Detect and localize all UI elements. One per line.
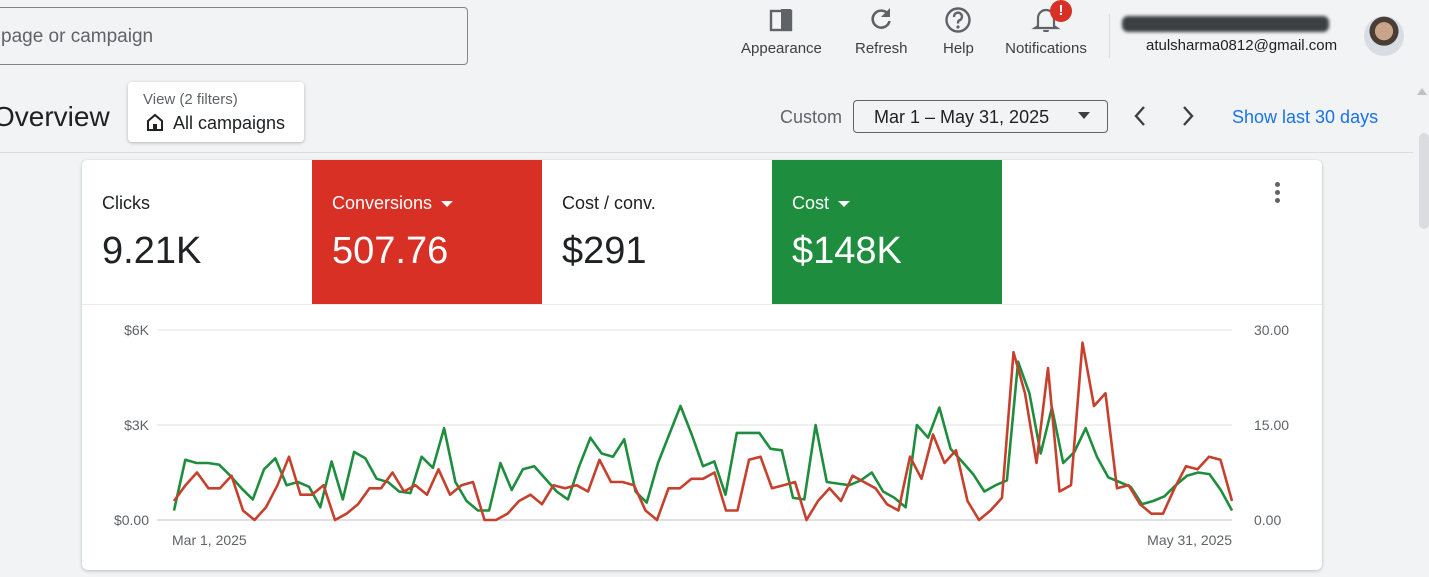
metric-label: Conversions bbox=[332, 193, 454, 214]
left-axis-tick: $3K bbox=[124, 417, 150, 433]
more-options-icon[interactable] bbox=[1275, 182, 1280, 206]
dropdown-arrow-icon bbox=[1078, 112, 1090, 119]
page-title: Overview bbox=[0, 101, 110, 132]
search-box[interactable] bbox=[0, 7, 468, 65]
appearance-icon bbox=[770, 9, 793, 32]
metric-conversions[interactable]: Conversions 507.76 bbox=[312, 160, 542, 304]
header-divider bbox=[1109, 14, 1110, 58]
metric-cost[interactable]: Cost $148K bbox=[772, 160, 1002, 304]
account-email: atulsharma0812@gmail.com bbox=[1146, 37, 1338, 54]
scroll-up-icon[interactable] bbox=[1417, 88, 1427, 95]
performance-chart: $0.00 0.00 $3K 15.00 $6K 30.00 Mar 1, 2025 May … bbox=[114, 322, 1289, 548]
show-last-30-days-link[interactable]: Show last 30 days bbox=[1232, 107, 1378, 128]
metric-label: Cost / conv. bbox=[562, 193, 656, 213]
notifications-button[interactable]: ! Notifications bbox=[1001, 0, 1091, 57]
series-line-cost bbox=[172, 360, 1234, 512]
left-axis-tick: $6K bbox=[124, 322, 150, 338]
view-filter-label: All campaigns bbox=[173, 113, 286, 133]
view-filter-button[interactable]: View (2 filters) All campaigns bbox=[128, 82, 304, 142]
x-axis-start-label: Mar 1, 2025 bbox=[172, 532, 247, 548]
metric-value: 9.21K bbox=[102, 230, 202, 272]
right-axis-tick: 0.00 bbox=[1254, 512, 1281, 528]
right-axis-tick: 30.00 bbox=[1254, 322, 1289, 338]
help-label: Help bbox=[943, 40, 974, 57]
appearance-label: Appearance bbox=[741, 40, 822, 57]
notifications-label: Notifications bbox=[1005, 40, 1087, 57]
custom-label: Custom bbox=[780, 107, 843, 127]
refresh-label: Refresh bbox=[855, 40, 908, 57]
scrollbar-thumb[interactable] bbox=[1419, 133, 1429, 229]
appearance-button[interactable]: Appearance bbox=[741, 6, 822, 57]
notification-badge: ! bbox=[1050, 0, 1072, 22]
caret-down-icon bbox=[441, 201, 454, 208]
x-axis-end-label: May 31, 2025 bbox=[1147, 532, 1232, 548]
caret-down-icon bbox=[838, 201, 851, 208]
help-button[interactable]: Help bbox=[943, 6, 974, 57]
view-filter-sublabel: View (2 filters) bbox=[143, 91, 238, 108]
date-range-value: Mar 1 – May 31, 2025 bbox=[874, 107, 1050, 127]
metric-label: Clicks bbox=[102, 193, 150, 213]
refresh-button[interactable]: Refresh bbox=[855, 6, 908, 57]
previous-period-icon[interactable] bbox=[1132, 104, 1148, 128]
metric-value: $291 bbox=[562, 230, 647, 272]
refresh-icon bbox=[871, 8, 892, 29]
next-period-icon[interactable] bbox=[1180, 104, 1196, 128]
right-axis-tick: 15.00 bbox=[1254, 417, 1289, 433]
metric-label: Cost bbox=[792, 193, 851, 214]
home-icon bbox=[147, 113, 163, 131]
avatar[interactable] bbox=[1364, 16, 1404, 56]
performance-card: Clicks 9.21K Conversions 507.76 Cost / c… bbox=[82, 160, 1322, 570]
metric-cost-per-conv[interactable]: Cost / conv. $291 bbox=[542, 160, 772, 304]
series-line-conversions bbox=[172, 341, 1234, 522]
help-icon bbox=[945, 7, 972, 33]
left-axis-tick: $0.00 bbox=[114, 512, 149, 528]
bell-icon bbox=[1031, 8, 1061, 32]
metric-clicks[interactable]: Clicks 9.21K bbox=[82, 160, 312, 304]
search-input[interactable] bbox=[0, 25, 443, 49]
metric-value: 507.76 bbox=[332, 230, 449, 272]
date-range-select[interactable]: Mar 1 – May 31, 2025 bbox=[853, 100, 1108, 133]
toolbar-divider bbox=[0, 152, 1413, 153]
account-name: 994-465-3043 Marks & Harrison bbox=[1122, 16, 1330, 32]
metric-value: $148K bbox=[792, 230, 902, 272]
